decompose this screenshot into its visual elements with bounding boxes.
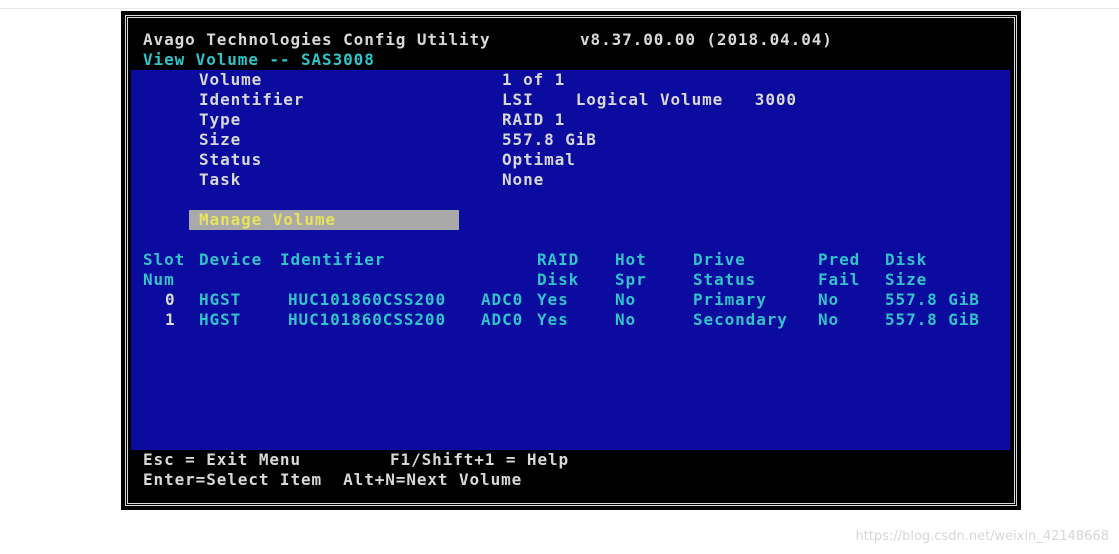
header-device: Device — [199, 250, 263, 269]
header-identifier: Identifier — [280, 250, 386, 269]
header-raid: RAID — [537, 250, 580, 269]
row-model: HUC101860CSS200 — [288, 290, 446, 309]
row-hot-spare: No — [615, 290, 637, 309]
page-top-divider — [0, 8, 1119, 9]
status-value: Optimal — [502, 150, 576, 169]
type-label: Type — [199, 110, 242, 129]
row-drive-status: Secondary — [693, 310, 788, 329]
header-pred: Pred — [818, 250, 861, 269]
header-num: Num — [143, 270, 175, 289]
identifier-value: LSI Logical Volume 3000 — [502, 90, 797, 109]
size-value: 557.8 GiB — [502, 130, 597, 149]
row-revision: ADC0 — [481, 290, 524, 309]
header-status: Status — [693, 270, 757, 289]
header-fail: Fail — [818, 270, 861, 289]
footer-help-hint: F1/Shift+1 = Help — [390, 450, 570, 469]
row-vendor: HGST — [199, 290, 242, 309]
row-disk-size: 557.8 GiB — [885, 290, 980, 309]
row-model: HUC101860CSS200 — [288, 310, 446, 329]
screen-subtitle: View Volume -- SAS3008 — [143, 50, 375, 69]
row-raid-disk: Yes — [537, 310, 569, 329]
manage-volume-label[interactable]: Manage Volume — [199, 210, 336, 230]
row-pred-fail: No — [818, 310, 840, 329]
app-version: v8.37.00.00 (2018.04.04) — [580, 30, 833, 49]
header-drive: Drive — [693, 250, 746, 269]
volume-label: Volume — [199, 70, 263, 89]
header-hot: Hot — [615, 250, 647, 269]
header-disk: Disk — [885, 250, 928, 269]
row-vendor: HGST — [199, 310, 242, 329]
header-raid-disk: Disk — [537, 270, 580, 289]
header-size: Size — [885, 270, 928, 289]
watermark-text: https://blog.csdn.net/weixin_42148668 — [855, 529, 1109, 544]
footer-exit-hint: Esc = Exit Menu — [143, 450, 301, 469]
header-spr: Spr — [615, 270, 647, 289]
row-hot-spare: No — [615, 310, 637, 329]
row-raid-disk: Yes — [537, 290, 569, 309]
type-value: RAID 1 — [502, 110, 566, 129]
task-label: Task — [199, 170, 242, 189]
app-title: Avago Technologies Config Utility — [143, 30, 491, 49]
size-label: Size — [199, 130, 242, 149]
row-pred-fail: No — [818, 290, 840, 309]
row-drive-status: Primary — [693, 290, 767, 309]
volume-value: 1 of 1 — [502, 70, 566, 89]
task-value: None — [502, 170, 545, 189]
footer-select-hint: Enter=Select Item Alt+N=Next Volume — [143, 470, 523, 489]
identifier-label: Identifier — [199, 90, 305, 109]
row-slot: 0 — [165, 290, 176, 309]
row-disk-size: 557.8 GiB — [885, 310, 980, 329]
status-label: Status — [199, 150, 263, 169]
row-revision: ADC0 — [481, 310, 524, 329]
header-slot: Slot — [143, 250, 186, 269]
row-slot: 1 — [165, 310, 176, 329]
